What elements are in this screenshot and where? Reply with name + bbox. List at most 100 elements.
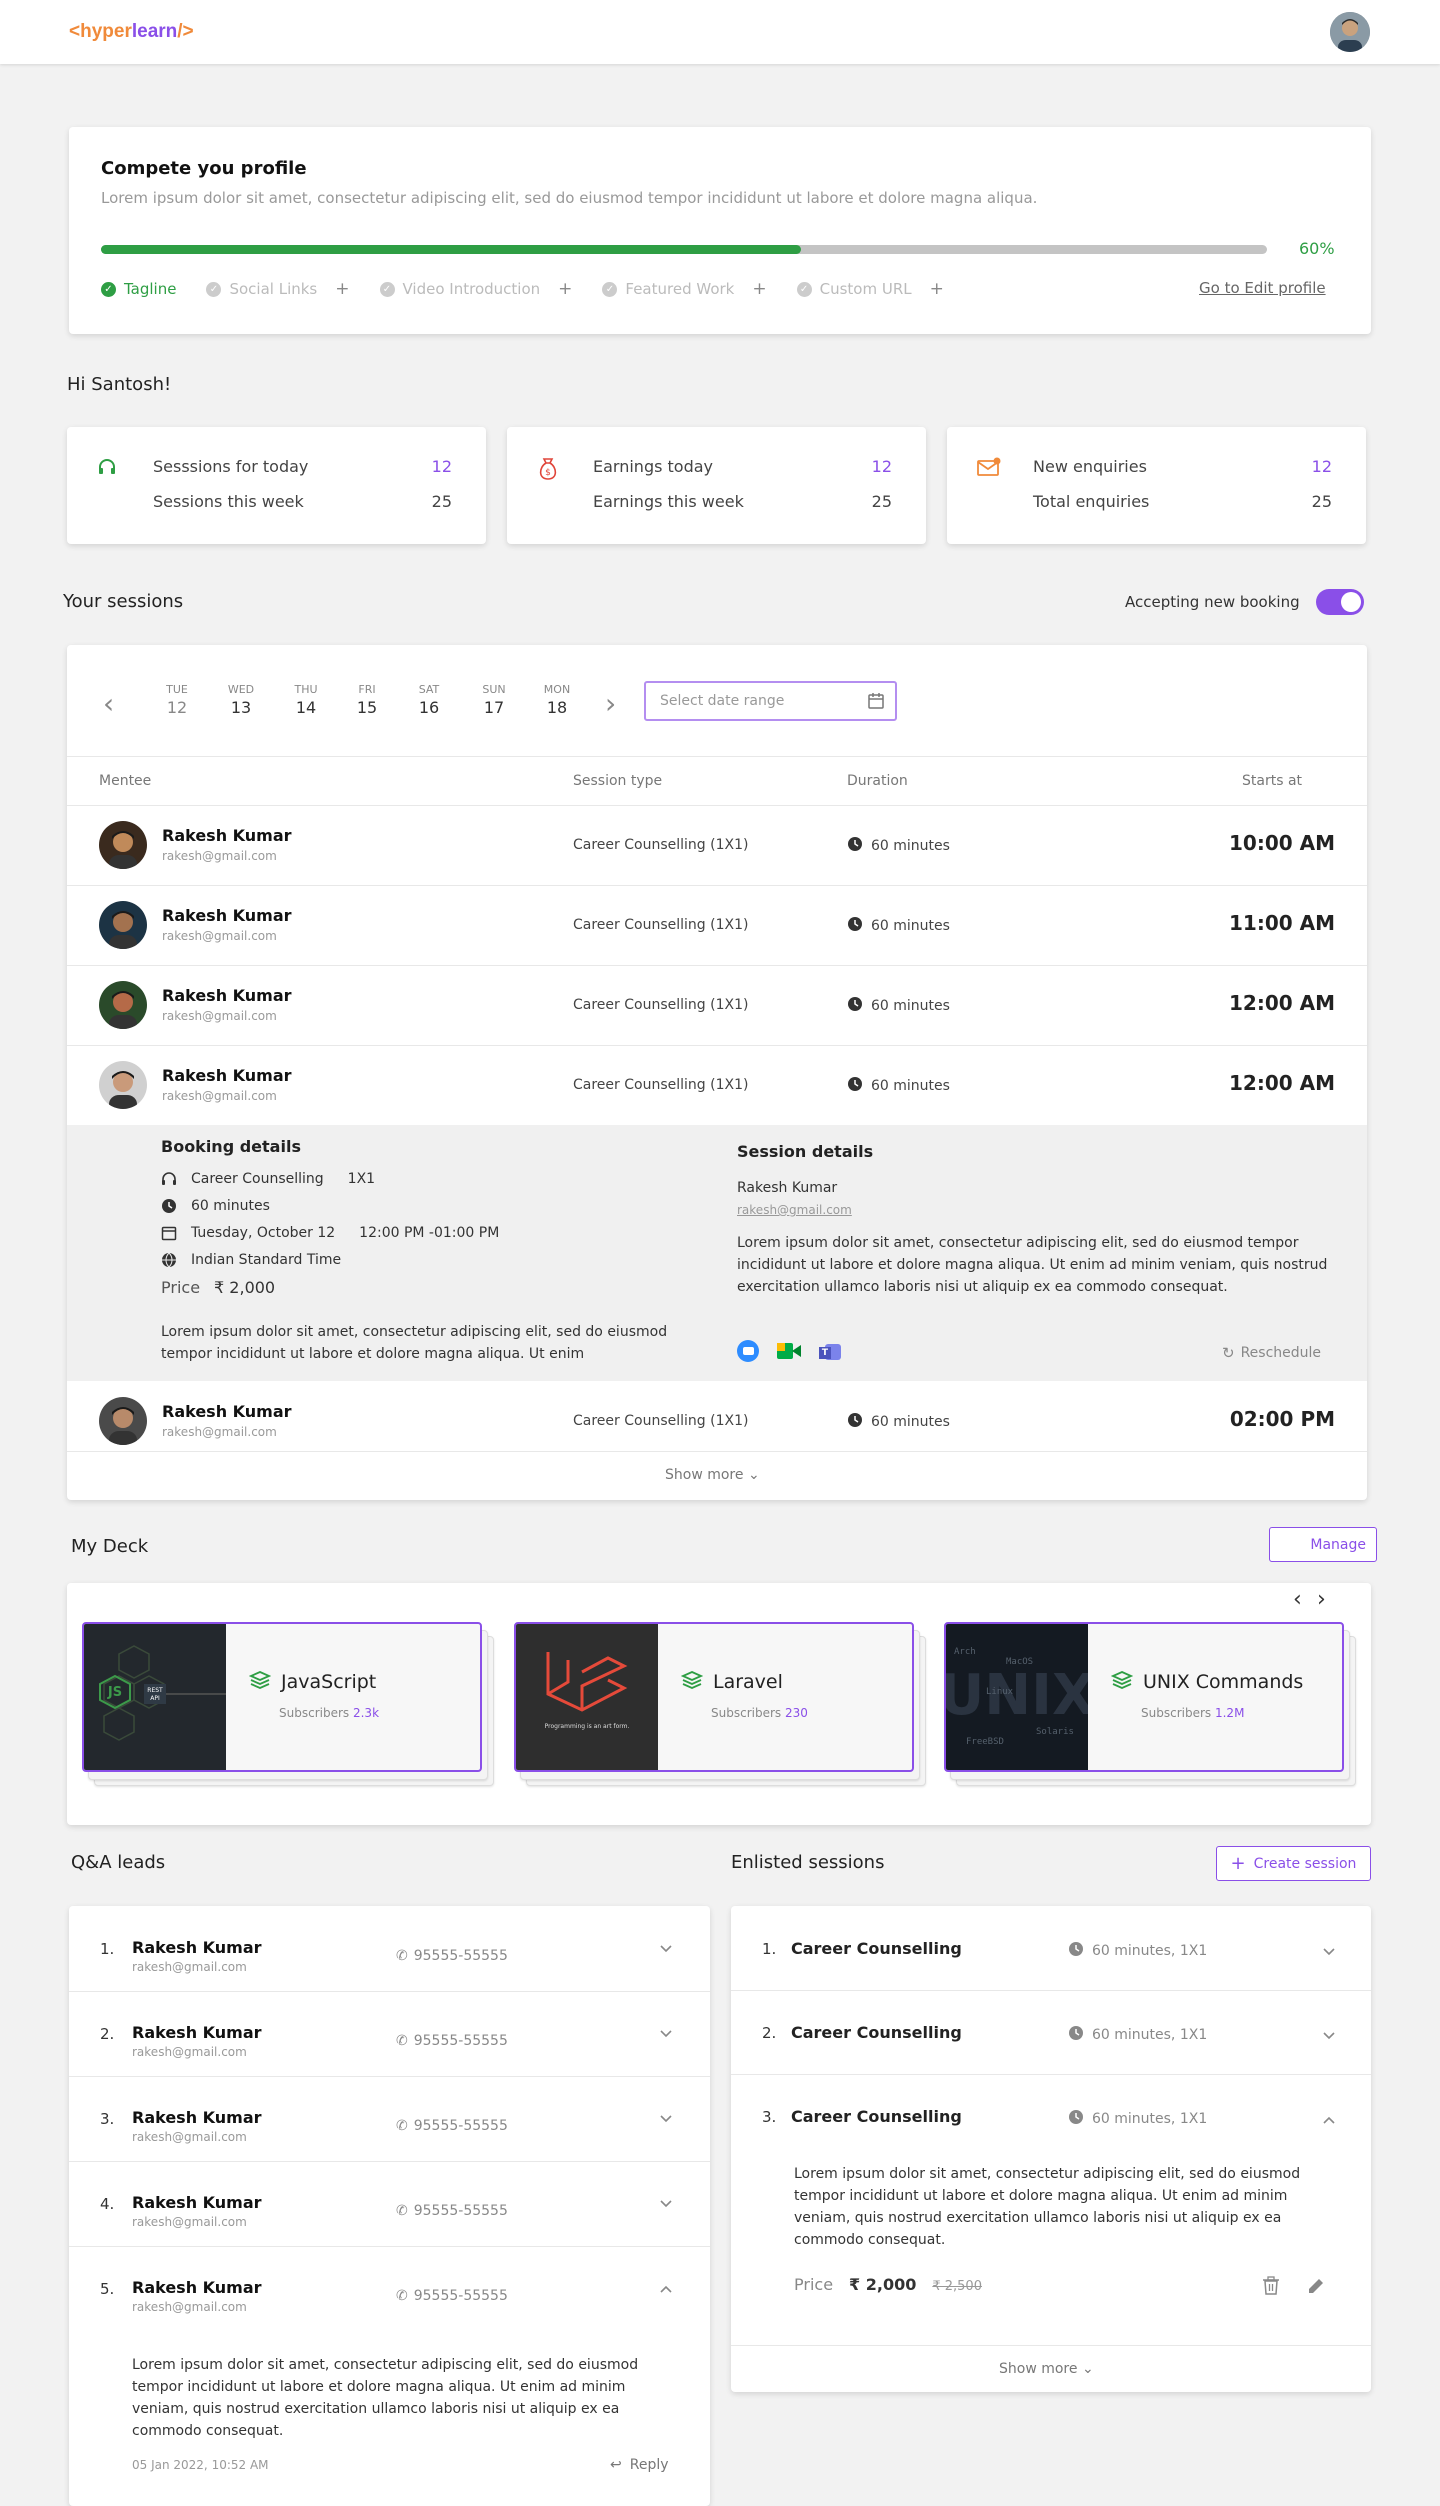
mentee-email: rakesh@gmail.com: [162, 929, 277, 943]
session-duration: 60 minutes: [847, 1412, 950, 1432]
logo[interactable]: <hyperlearn/>: [69, 21, 194, 43]
profile-step[interactable]: ✓ Featured Work +: [602, 279, 767, 299]
deck-title: My Deck: [71, 1536, 149, 1557]
qa-row-number: 1.: [100, 1940, 115, 1958]
manage-deck-button[interactable]: Manage: [1269, 1527, 1377, 1562]
enlisted-row[interactable]: 1. Career Counselling 60 minutes, 1X1: [731, 1906, 1371, 1990]
chevron-down-icon[interactable]: [659, 1942, 673, 1958]
mail-icon: [977, 457, 1001, 481]
date-range-input[interactable]: Select date range: [644, 681, 897, 721]
profile-step[interactable]: ✓ Video Introduction +: [379, 279, 572, 299]
qa-row[interactable]: 4. Rakesh Kumar rakesh@gmail.com ✆ 95555-555…: [69, 2161, 710, 2246]
chevron-up-icon[interactable]: [1322, 2110, 1336, 2129]
chevron-down-icon[interactable]: [659, 2027, 673, 2043]
booking-date-line: Tuesday, October 12 12:00 PM -01:00 PM: [161, 1225, 499, 1241]
delete-icon[interactable]: [1262, 2276, 1280, 2296]
qa-row[interactable]: 3. Rakesh Kumar rakesh@gmail.com ✆ 95555-555…: [69, 2076, 710, 2161]
session-row[interactable]: Rakesh Kumar rakesh@gmail.com Career Couns…: [67, 965, 1367, 1045]
logo-bracket: <: [69, 21, 81, 42]
duration-text: 60 minutes: [871, 918, 950, 934]
day-item[interactable]: SAT 16: [409, 683, 449, 717]
day-item[interactable]: THU 14: [286, 683, 326, 717]
deck-item[interactable]: Programming is an art form. Laravel Subscr…: [514, 1622, 914, 1772]
day-item[interactable]: MON 18: [537, 683, 577, 717]
booking-toggle[interactable]: [1316, 589, 1364, 615]
qa-phone: ✆ 95555-55555: [396, 2203, 508, 2219]
svg-text:UNIX: UNIX: [946, 1663, 1088, 1728]
session-start-time: 11:00 AM: [1228, 911, 1335, 935]
booking-duration-line: 60 minutes: [161, 1198, 270, 1214]
enlisted-row[interactable]: 3. Career Counselling 60 minutes, 1X1: [731, 2074, 1371, 2158]
next-week-arrow-icon[interactable]: ›: [605, 687, 616, 720]
chevron-up-icon[interactable]: [659, 2282, 673, 2298]
session-row[interactable]: Rakesh Kumar rakesh@gmail.com Career Couns…: [67, 1381, 1367, 1461]
deck-next-icon[interactable]: ›: [1317, 1587, 1326, 1612]
edit-icon[interactable]: [1306, 2276, 1326, 2296]
user-avatar[interactable]: [1330, 12, 1370, 52]
chevron-down-icon[interactable]: [659, 2197, 673, 2213]
stat-label: Earnings today: [593, 457, 714, 476]
profile-step[interactable]: ✓ Tagline: [101, 279, 176, 299]
layers-icon: [248, 1670, 272, 1694]
teams-icon[interactable]: T: [819, 1340, 843, 1362]
booking-price-line: Price ₹ 2,000: [161, 1278, 275, 1297]
day-item[interactable]: FRI 15: [347, 683, 387, 717]
session-details-email[interactable]: rakesh@gmail.com: [737, 1203, 852, 1217]
qa-row[interactable]: 5. Rakesh Kumar rakesh@gmail.com ✆ 95555-555…: [69, 2246, 710, 2331]
profile-step[interactable]: ✓ Custom URL +: [796, 279, 944, 299]
sessions-show-more[interactable]: Show more ⌄: [665, 1467, 760, 1483]
booking-timezone: Indian Standard Time: [191, 1252, 342, 1268]
create-session-button[interactable]: + Create session: [1216, 1846, 1371, 1881]
sessions-title: Your sessions: [63, 591, 184, 612]
qa-expanded-text: Lorem ipsum dolor sit amet, consectetur …: [132, 2357, 639, 2439]
qa-expanded-date: 05 Jan 2022, 10:52 AM: [132, 2458, 269, 2472]
day-item[interactable]: SUN 17: [474, 683, 514, 717]
enlisted-show-more[interactable]: Show more ⌄: [999, 2361, 1094, 2377]
session-row[interactable]: Rakesh Kumar rakesh@gmail.com Career Couns…: [67, 805, 1367, 885]
clock-icon: [1068, 1941, 1084, 1961]
deck-item[interactable]: UNIX Arch MacOS FreeBSD Solaris Linux UNIX Com…: [944, 1622, 1344, 1772]
progress-fill: [101, 245, 801, 254]
chevron-down-icon[interactable]: [1322, 1942, 1336, 1961]
day-item[interactable]: TUE 12: [157, 683, 197, 717]
sessions-card: ‹ TUE 12 WED 13 THU 14 FRI 15 SAT 16 SUN 17 MON 18 › …: [67, 645, 1367, 1500]
session-duration: 60 minutes: [847, 1076, 950, 1096]
zoom-icon[interactable]: [737, 1340, 759, 1362]
reply-button[interactable]: ↩ Reply: [610, 2457, 669, 2473]
calendar-icon: [868, 693, 884, 709]
reschedule-button[interactable]: ↻ Reschedule: [1222, 1344, 1321, 1362]
qa-row[interactable]: 2. Rakesh Kumar rakesh@gmail.com ✆ 95555-555…: [69, 1991, 710, 2076]
chevron-down-icon[interactable]: [1322, 2026, 1336, 2045]
session-row[interactable]: Rakesh Kumar rakesh@gmail.com Career Couns…: [67, 885, 1367, 965]
svg-text:API: API: [150, 1695, 160, 1702]
enlisted-row[interactable]: 2. Career Counselling 60 minutes, 1X1: [731, 1990, 1371, 2074]
qa-email: rakesh@gmail.com: [132, 2300, 247, 2314]
prev-week-arrow-icon[interactable]: ‹: [103, 687, 114, 720]
deck-item[interactable]: JS REST API JavaScript Subscribers 2.3k: [82, 1622, 482, 1772]
qa-row[interactable]: 1. Rakesh Kumar rakesh@gmail.com ✆ 95555-555…: [69, 1906, 710, 1991]
clock-icon: [1068, 2109, 1084, 2129]
reschedule-icon: ↻: [1222, 1344, 1235, 1362]
mentee-email: rakesh@gmail.com: [162, 1425, 277, 1439]
phone-number: 95555-55555: [413, 2033, 508, 2049]
subscribers-label: Subscribers: [1141, 1706, 1212, 1720]
deck-prev-icon[interactable]: ‹: [1293, 1587, 1302, 1612]
day-name: TUE: [166, 683, 188, 696]
enlisted-meta: 60 minutes, 1X1: [1068, 2109, 1207, 2129]
qa-email: rakesh@gmail.com: [132, 2215, 247, 2229]
edit-profile-link[interactable]: Go to Edit profile: [1199, 279, 1326, 297]
day-item[interactable]: WED 13: [221, 683, 261, 717]
enlisted-old-price: ₹ 2,500: [932, 2279, 982, 2294]
show-more-label: Show more: [665, 1467, 744, 1483]
session-row[interactable]: Rakesh Kumar rakesh@gmail.com Career Couns…: [67, 1045, 1367, 1125]
globe-icon: [162, 1252, 176, 1268]
deck-card: ‹ › JS REST API JavaScript Subscribers 2.3k P…: [67, 1583, 1371, 1825]
google-meet-icon[interactable]: [777, 1340, 801, 1362]
deck-item-title-row: Laravel: [680, 1670, 783, 1694]
headset-icon: [97, 457, 117, 481]
qa-phone: ✆ 95555-55555: [396, 2288, 508, 2304]
chevron-down-icon[interactable]: [659, 2112, 673, 2128]
profile-step[interactable]: ✓ Social Links +: [206, 279, 350, 299]
enlisted-name: Career Counselling: [791, 1939, 962, 1958]
mentee-avatar: [99, 1061, 147, 1109]
